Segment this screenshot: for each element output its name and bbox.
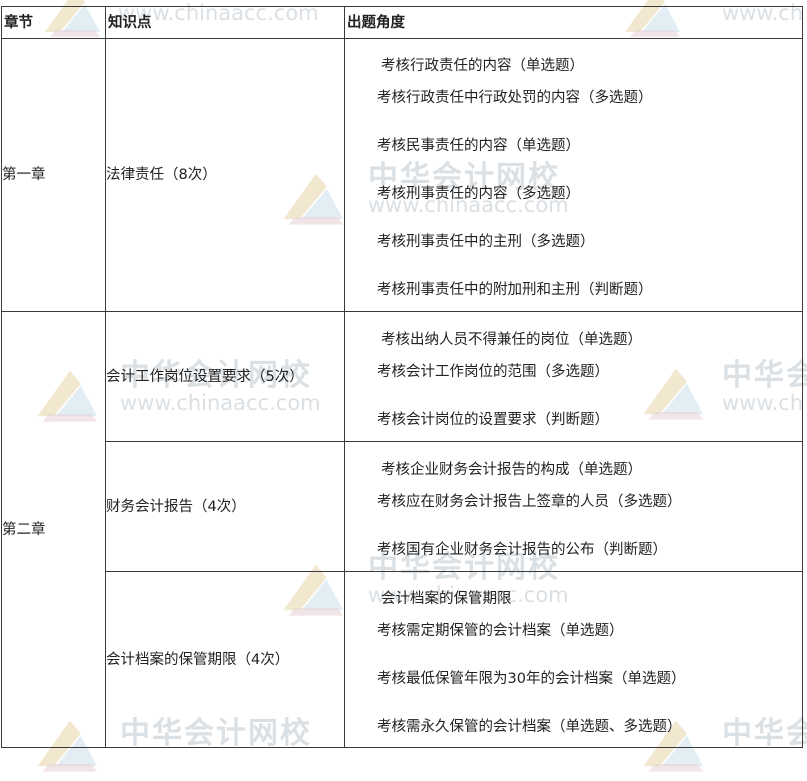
question-angle-item: 考核会计岗位的设置要求（判断题） — [377, 411, 609, 428]
question-angle-cell: 考核行政责任的内容（单选题） 考核行政责任中行政处罚的内容（多选题） 考核民事责… — [344, 38, 803, 312]
question-angle-item: 考核出纳人员不得兼任的岗位（单选题） — [381, 331, 642, 348]
chapter-cell: 第一章 — [1, 38, 106, 312]
question-angle-item: 考核刑事责任的内容（多选题） — [377, 186, 580, 202]
chapter-cell: 第二章 — [1, 311, 106, 748]
knowledge-point-table: 章节 知识点 出题角度 第一章 法律责任（8次） 考核行政责任的内容（单选题） … — [1, 6, 803, 748]
header-chapter: 章节 — [1, 6, 106, 39]
question-angle-item: 考核刑事责任中的附加刑和主刑（判断题） — [377, 282, 653, 298]
question-angle-item: 考核行政责任的内容（单选题） — [381, 58, 584, 74]
table-header-row: 章节 知识点 出题角度 — [1, 6, 803, 39]
question-angle-cell: 考核出纳人员不得兼任的岗位（单选题） 考核会计工作岗位的范围（多选题） 考核会计… — [344, 311, 803, 442]
question-angle-item: 考核国有企业财务会计报告的公布（判断题） — [377, 541, 667, 558]
table-row: 第二章 会计工作岗位设置要求（5次） 考核出纳人员不得兼任的岗位（单选题） 考核… — [1, 311, 803, 748]
header-question-angle: 出题角度 — [344, 6, 803, 39]
question-angle-item: 考核最低保管年限为30年的会计档案（单选题） — [377, 670, 686, 687]
question-angle-item: 考核行政责任中行政处罚的内容（多选题） — [377, 90, 653, 106]
question-angle-item: 会计档案的保管期限 — [381, 590, 512, 607]
table-row: 会计档案的保管期限（4次） 会计档案的保管期限 考核需定期保管的会计档案（单选题… — [2, 571, 803, 748]
question-angle-item: 考核会计工作岗位的范围（多选题） — [377, 363, 609, 380]
table-row: 财务会计报告（4次） 考核企业财务会计报告的构成（单选题） 考核应在财务会计报告… — [2, 441, 803, 572]
question-angle-cell: 会计档案的保管期限 考核需定期保管的会计档案（单选题） 考核最低保管年限为30年… — [344, 571, 803, 748]
header-knowledge-point: 知识点 — [105, 6, 345, 39]
knowledge-point-cell: 法律责任（8次） — [105, 38, 345, 312]
knowledge-point-cell: 财务会计报告（4次） — [105, 441, 345, 572]
question-angle-item: 考核刑事责任中的主刑（多选题） — [377, 234, 595, 250]
question-angle-item: 考核民事责任的内容（单选题） — [377, 138, 580, 154]
knowledge-point-cell: 会计档案的保管期限（4次） — [105, 571, 345, 748]
question-angle-item: 考核需永久保管的会计档案（单选题、多选题） — [377, 718, 682, 735]
question-angle-item: 考核应在财务会计报告上签章的人员（多选题） — [377, 493, 682, 510]
question-angle-item: 考核需定期保管的会计档案（单选题） — [377, 622, 624, 639]
knowledge-point-cell: 会计工作岗位设置要求（5次） — [105, 311, 345, 442]
question-angle-item: 考核企业财务会计报告的构成（单选题） — [381, 461, 642, 478]
question-angle-cell: 考核企业财务会计报告的构成（单选题） 考核应在财务会计报告上签章的人员（多选题）… — [344, 441, 803, 572]
table-row: 第一章 法律责任（8次） 考核行政责任的内容（单选题） 考核行政责任中行政处罚的… — [1, 38, 803, 312]
